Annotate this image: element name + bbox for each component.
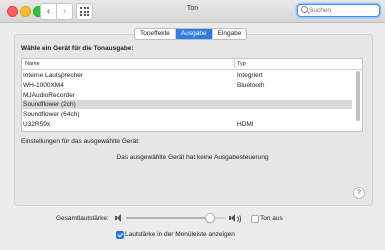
tab-output[interactable]: Ausgabe: [175, 29, 213, 39]
column-divider: [234, 60, 235, 68]
tab-bar: Toneffekte Ausgabe Eingabe: [134, 28, 248, 40]
device-name: WH-1000XM4: [23, 82, 64, 89]
table-scrollbar[interactable]: [355, 70, 361, 128]
search-icon: [301, 6, 308, 13]
speaker-low-icon: [115, 214, 123, 222]
output-heading: Wähle ein Gerät für die Tonausgabe:: [21, 45, 134, 52]
table-row[interactable]: WH-1000XM4 Bluetooth: [22, 81, 352, 90]
table-row[interactable]: Interne Lautsprecher Integriert: [22, 71, 352, 80]
device-name: MJAudioRecorder: [23, 92, 76, 99]
question-mark-icon: ?: [357, 189, 361, 196]
show-volume-in-menubar-checkbox[interactable]: [116, 231, 124, 239]
table-header: Name Typ: [22, 59, 362, 70]
title-bar: ‹ › Ton: [0, 0, 385, 23]
device-name: Interne Lautsprecher: [23, 72, 83, 79]
mute-checkbox[interactable]: [251, 215, 259, 223]
column-header-type[interactable]: Typ: [237, 61, 246, 67]
search-field[interactable]: [297, 4, 380, 17]
device-table[interactable]: Name Typ Interne Lautsprecher Integriert…: [21, 58, 363, 132]
table-row[interactable]: U32R59x HDMI: [22, 120, 352, 129]
table-row[interactable]: Soundflower (64ch): [22, 110, 352, 119]
table-row-selected[interactable]: Soundflower (2ch): [22, 100, 352, 109]
device-type: Integriert: [237, 72, 263, 79]
sound-preferences-window: ‹ › Ton Toneffekte Ausgabe Eingabe Wähle…: [0, 0, 385, 250]
no-output-controls-message: Das ausgewählte Gerät hat keine Ausgabes…: [116, 154, 269, 161]
scrollbar-thumb[interactable]: [356, 71, 360, 121]
device-name: Soundflower (64ch): [23, 111, 80, 118]
volume-slider[interactable]: [126, 213, 226, 223]
column-header-name[interactable]: Name: [25, 61, 40, 67]
mute-label: Ton aus: [260, 215, 283, 222]
device-name: U32R59x: [23, 121, 51, 128]
speaker-high-icon: [229, 214, 241, 224]
device-type: Bluetooth: [237, 82, 265, 89]
show-volume-in-menubar-label: Lautstärke in der Menüleiste anzeigen: [125, 231, 235, 238]
output-volume-label: Gesamtlautstärke:: [56, 215, 109, 222]
device-name: Soundflower (2ch): [23, 101, 76, 108]
tab-input[interactable]: Eingabe: [213, 29, 247, 39]
device-settings-label: Einstellungen für das ausgewählte Gerät:: [21, 138, 140, 145]
device-type: HDMI: [237, 121, 254, 128]
table-row[interactable]: MJAudioRecorder: [22, 91, 352, 100]
slider-fill: [126, 217, 214, 219]
slider-knob[interactable]: [205, 213, 216, 223]
tab-sound-effects[interactable]: Toneffekte: [135, 29, 176, 39]
help-button[interactable]: ?: [353, 187, 365, 199]
search-input[interactable]: [309, 5, 375, 16]
